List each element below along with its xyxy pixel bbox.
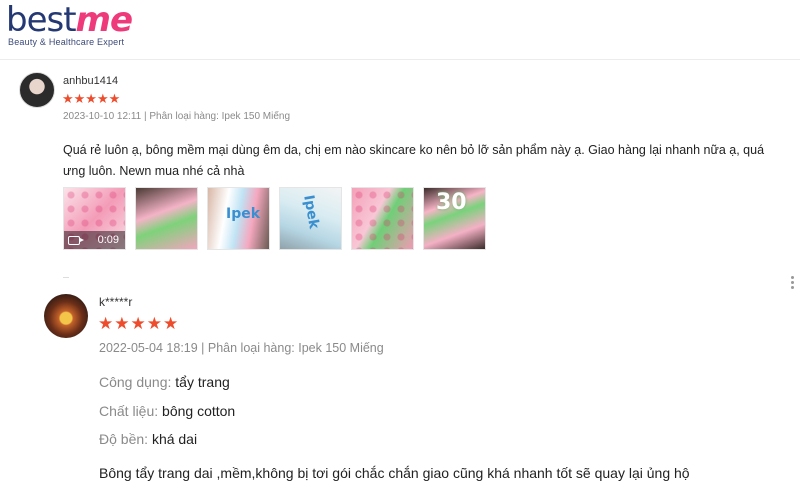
thumbnail-caption: Ipek xyxy=(300,193,322,231)
review-attribute-usage: Công dụng: tẩy trang xyxy=(99,374,230,390)
avatar[interactable] xyxy=(44,294,88,338)
review-text: Quá rẻ luôn ạ, bông mềm mại dùng êm da, … xyxy=(63,143,765,178)
review-username[interactable]: k*****r xyxy=(99,295,132,309)
review-attribute-material: Chất liệu: bông cotton xyxy=(99,403,235,419)
attribute-label: Chất liệu: xyxy=(99,403,159,419)
review-image-thumbnail[interactable]: Ipek xyxy=(207,187,270,250)
logo-tagline: Beauty & Healthcare Expert xyxy=(8,37,125,47)
review-image-thumbnail[interactable]: 30 xyxy=(423,187,486,250)
attribute-label: Độ bền: xyxy=(99,431,149,447)
star-rating: ★★★★★ xyxy=(62,91,121,106)
attribute-value: tẩy trang xyxy=(175,374,230,390)
star-rating: ★★★★★ xyxy=(98,314,180,333)
divider xyxy=(63,277,69,278)
bestme-logo[interactable]: bestme Beauty & Healthcare Expert xyxy=(6,0,133,47)
review-image-thumbnail[interactable] xyxy=(135,187,198,250)
more-options-icon[interactable] xyxy=(789,276,795,292)
review-image-thumbnail[interactable] xyxy=(351,187,414,250)
attribute-label: Công dụng: xyxy=(99,374,172,390)
review-meta: 2023-10-10 12:11 | Phân loại hàng: Ipek … xyxy=(63,111,291,122)
review-attribute-durability: Độ bền: khá dai xyxy=(99,431,197,447)
logo-wordmark: bestme xyxy=(6,0,133,40)
video-camera-icon xyxy=(68,236,84,245)
attribute-value: bông cotton xyxy=(162,403,236,419)
review-item: anhbu1414 ★★★★★ 2023-10-10 12:11 | Phân … xyxy=(0,60,800,275)
review-video-thumbnail[interactable]: 0:09 xyxy=(63,187,126,250)
video-duration: 0:09 xyxy=(97,234,119,246)
thumbnail-caption: Ipek xyxy=(226,206,261,222)
review-meta: 2022-05-04 18:19 | Phân loại hàng: Ipek … xyxy=(99,341,384,355)
thumbnail-caption: 30 xyxy=(436,190,467,215)
review-image-thumbnail[interactable]: Ipek xyxy=(279,187,342,250)
attribute-value: khá dai xyxy=(151,431,198,447)
review-username[interactable]: anhbu1414 xyxy=(63,75,118,87)
review-text: Bông tẩy trang dai ,mềm,không bị tơi gói… xyxy=(99,465,690,481)
avatar[interactable] xyxy=(19,72,55,108)
site-header: bestme Beauty & Healthcare Expert xyxy=(0,0,800,60)
